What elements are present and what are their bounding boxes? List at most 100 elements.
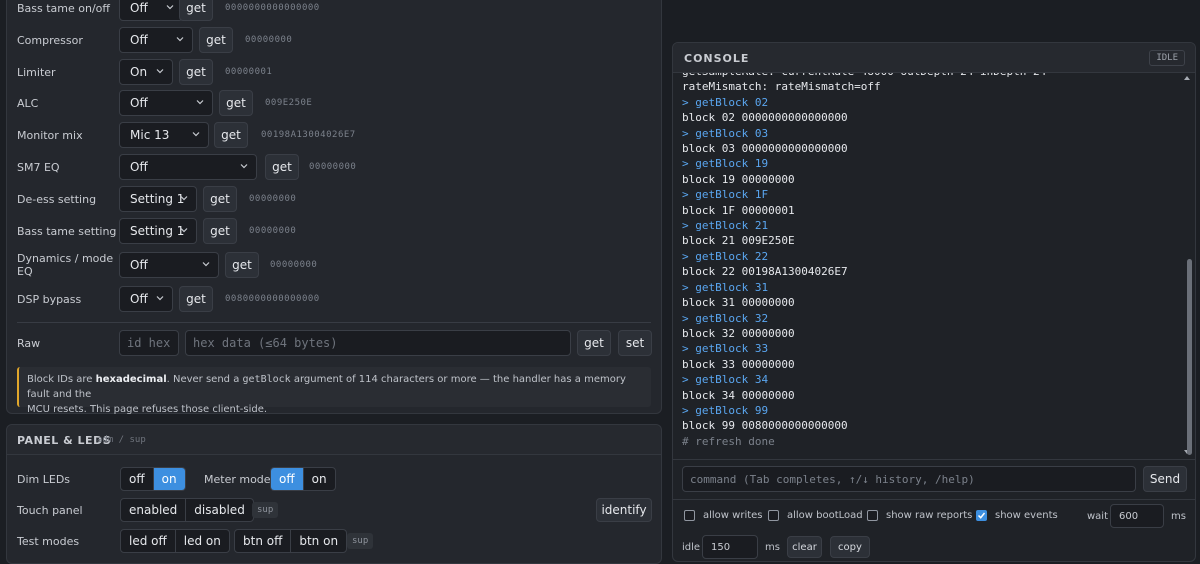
checkbox-icon[interactable]	[684, 510, 695, 521]
setting-label: Bass tame on/off	[17, 1, 110, 15]
setting-label: Bass tame setting	[17, 224, 117, 238]
console-command-line: > getBlock 21	[682, 219, 769, 233]
meter-mode-label: Meter mode	[204, 473, 271, 486]
console-options: allow writes allow bootLoad show raw rep…	[673, 499, 1195, 561]
select-value: Off	[130, 160, 148, 174]
dim-leds-off[interactable]: off	[121, 468, 154, 490]
console-command-line: > getBlock 34	[682, 373, 769, 387]
scroll-up-icon[interactable]	[1183, 75, 1191, 81]
de-ess-select[interactable]: Setting 1	[119, 186, 197, 212]
led-off-button[interactable]: led off	[121, 530, 176, 552]
console-output-line: block 19 00000000	[682, 172, 795, 186]
btn-test-toggle[interactable]: btn off btn on	[234, 529, 348, 553]
monitor-mix-select[interactable]: Mic 13	[119, 122, 209, 148]
idle-input[interactable]: 150	[702, 535, 758, 559]
setting-label: Monitor mix	[17, 128, 83, 142]
console-comment-line: # refresh done	[682, 434, 775, 448]
btn-on-button[interactable]: btn on	[291, 530, 346, 552]
checkbox-label: show raw reports	[886, 510, 973, 521]
raw-set-button[interactable]: set	[618, 330, 652, 356]
setting-label: De-ess setting	[17, 192, 97, 206]
block-hex-value: 0000000000000000	[225, 3, 320, 13]
raw-label: Raw	[17, 336, 41, 350]
get-button[interactable]: get	[225, 252, 259, 278]
sm7-eq-select[interactable]: Off	[119, 154, 257, 180]
bass-tame-setting-select[interactable]: Setting 1	[119, 218, 197, 244]
show-events-checkbox[interactable]: show events	[976, 510, 1058, 521]
get-button[interactable]: get	[214, 122, 248, 148]
raw-id-input[interactable]: id hex	[119, 330, 179, 356]
console-output: getSampleRate: currentRate=48000 outDept…	[673, 73, 1183, 459]
touch-panel-toggle[interactable]: enabled disabled	[120, 498, 254, 522]
wait-input[interactable]: 600	[1110, 504, 1164, 528]
checkbox-checked-icon[interactable]	[976, 510, 987, 521]
setting-row-monitor-mix: Monitor mix Mic 13 get 00198A13004026E7	[17, 120, 651, 150]
dynamics-mode-eq-select[interactable]: Off	[119, 252, 219, 278]
dim-leds-on[interactable]: on	[153, 468, 185, 490]
allow-writes-checkbox[interactable]: allow writes	[684, 510, 763, 521]
note-bold: hexadecimal	[95, 374, 167, 385]
block-hex-value: 0080000000000000	[225, 294, 320, 304]
block-hex-value: 00000000	[270, 260, 318, 270]
dim-leds-toggle[interactable]: off on	[120, 467, 186, 491]
compressor-select[interactable]: Off	[119, 27, 193, 53]
led-test-toggle[interactable]: led off led on	[120, 529, 230, 553]
console-output-line: block 31 00000000	[682, 296, 795, 310]
sup-badge: sup	[347, 533, 374, 549]
checkbox-label: allow bootLoad	[787, 510, 863, 521]
get-button[interactable]: get	[219, 90, 253, 116]
console-command-line: > getBlock 31	[682, 280, 769, 294]
scrollbar-thumb[interactable]	[1187, 259, 1192, 455]
meter-mode-toggle[interactable]: off on	[270, 467, 336, 491]
select-value: Setting 1	[130, 224, 185, 238]
allow-bootload-checkbox[interactable]: allow bootLoad	[768, 510, 863, 521]
touch-panel-enabled[interactable]: enabled	[121, 499, 187, 521]
raw-get-button[interactable]: get	[577, 330, 611, 356]
command-input[interactable]: command (Tab completes, ↑/↓ history, /he…	[682, 466, 1136, 492]
btn-off-button[interactable]: btn off	[235, 530, 292, 552]
console-output-line: block 1F 00000001	[682, 203, 795, 217]
select-value: On	[130, 65, 148, 79]
identify-button[interactable]: identify	[596, 498, 652, 522]
block-hex-value: 00000000	[309, 162, 357, 172]
clear-button[interactable]: clear	[787, 536, 822, 558]
setting-row-de-ess: De-ess setting Setting 1 get 00000000	[17, 184, 651, 214]
divider	[17, 322, 651, 323]
console-output-line: rateMismatch: rateMismatch=off	[682, 80, 881, 94]
meter-mode-on[interactable]: on	[304, 468, 335, 490]
status-badge: IDLE	[1149, 50, 1185, 66]
warning-note: Block IDs are hexadecimal. Never send a …	[17, 367, 651, 415]
bass-tame-onoff-select[interactable]: Off	[119, 0, 183, 21]
send-button[interactable]: Send	[1143, 466, 1187, 492]
alc-select[interactable]: Off	[119, 90, 213, 116]
sup-badge: sup	[252, 502, 279, 518]
limiter-select[interactable]: On	[119, 59, 173, 85]
block-hex-value: 00000000	[249, 194, 297, 204]
get-button[interactable]: get	[179, 59, 213, 85]
console-command-line: > getBlock 19	[682, 157, 769, 171]
panel-leds-card: PANEL & LEDS adm / sup Dim LEDs off on M…	[6, 424, 662, 564]
get-button[interactable]: get	[203, 186, 237, 212]
copy-button[interactable]: copy	[830, 536, 870, 558]
select-value: Off	[130, 258, 148, 272]
led-on-button[interactable]: led on	[176, 530, 229, 552]
chevron-down-icon	[192, 132, 200, 137]
meter-mode-off[interactable]: off	[271, 468, 304, 490]
get-button[interactable]: get	[179, 286, 213, 312]
dsp-bypass-select[interactable]: Off	[119, 286, 173, 312]
checkbox-label: show events	[995, 510, 1058, 521]
select-value: Off	[130, 1, 148, 15]
setting-row-dynamics-mode-eq: Dynamics / mode EQ Off get 00000000	[17, 250, 651, 280]
checkbox-icon[interactable]	[867, 510, 878, 521]
get-button[interactable]: get	[199, 27, 233, 53]
show-raw-reports-checkbox[interactable]: show raw reports	[867, 510, 972, 521]
setting-label: Limiter	[17, 65, 56, 79]
get-button[interactable]: get	[265, 154, 299, 180]
checkbox-icon[interactable]	[768, 510, 779, 521]
chevron-down-icon	[240, 164, 248, 169]
console-output-line: block 34 00000000	[682, 388, 795, 402]
get-button[interactable]: get	[179, 0, 213, 21]
touch-panel-disabled[interactable]: disabled	[186, 499, 253, 521]
get-button[interactable]: get	[203, 218, 237, 244]
raw-data-input[interactable]: hex data (≤64 bytes)	[185, 330, 571, 356]
